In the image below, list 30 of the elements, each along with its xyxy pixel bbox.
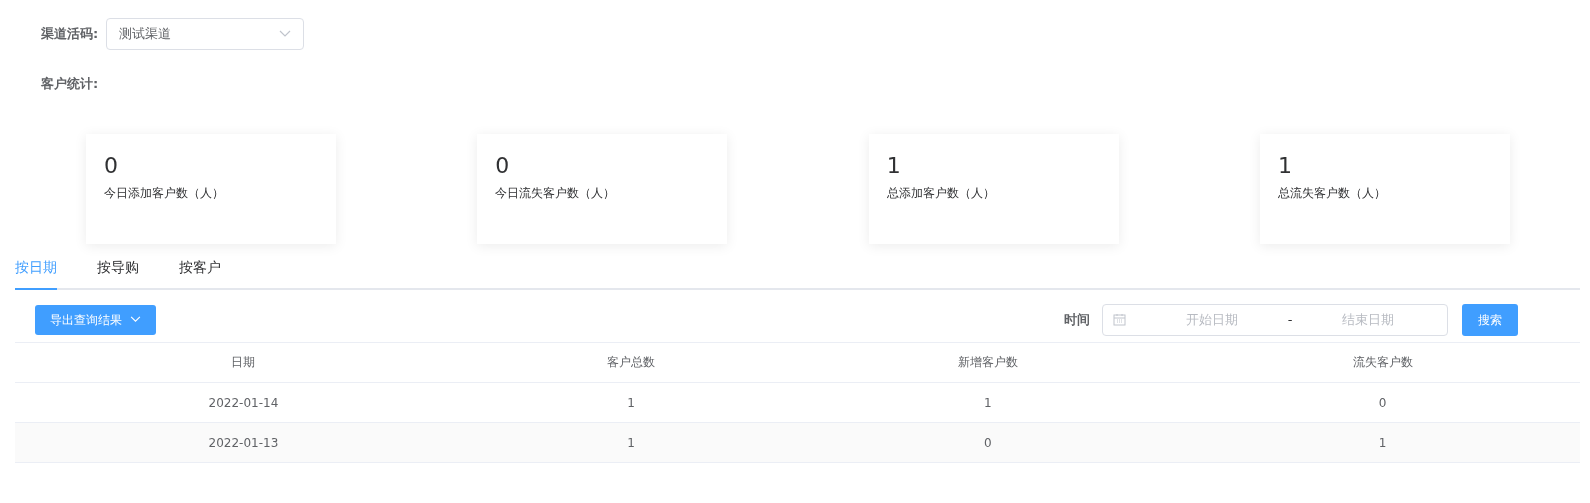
stat-value: 0 xyxy=(104,151,119,180)
stat-value: 1 xyxy=(886,151,902,180)
stat-caption: 总流失客户数（人） xyxy=(1278,185,1387,203)
stat-caption: 今日添加客户数（人） xyxy=(104,185,225,203)
range-separator: - xyxy=(1286,310,1294,329)
column-header: 新增客户数 xyxy=(790,342,1186,383)
calendar-icon xyxy=(1113,313,1126,326)
table-cell: 1 xyxy=(790,382,1186,423)
column-header: 流失客户数 xyxy=(1185,342,1580,383)
stat-caption: 总添加客户数（人） xyxy=(886,185,996,203)
chevron-down-icon xyxy=(130,316,141,323)
table-cell: 0 xyxy=(790,422,1186,463)
stat-value: 0 xyxy=(495,151,511,180)
time-label: 时间 xyxy=(1064,310,1090,329)
column-header: 客户总数 xyxy=(471,342,791,383)
stat-caption: 今日流失客户数（人） xyxy=(495,185,617,203)
section-label: 客户统计: xyxy=(40,75,100,93)
field-label: 渠道活码: xyxy=(41,25,99,44)
table-cell: 0 xyxy=(1185,382,1580,423)
table-cell: 1 xyxy=(471,422,791,463)
stat-value: 1 xyxy=(1278,151,1293,180)
tab[interactable]: 按导购 xyxy=(97,256,139,290)
table-cell: 1 xyxy=(1185,422,1580,463)
channel-select[interactable]: 测试渠道 xyxy=(106,18,305,50)
column-header: 日期 xyxy=(15,342,472,383)
table-cell: 2022-01-13 xyxy=(15,422,472,463)
table-cell: 1 xyxy=(471,382,791,423)
table-cell: 2022-01-14 xyxy=(15,382,472,423)
tab[interactable]: 按客户 xyxy=(179,256,221,290)
chevron-down-icon xyxy=(279,30,292,38)
